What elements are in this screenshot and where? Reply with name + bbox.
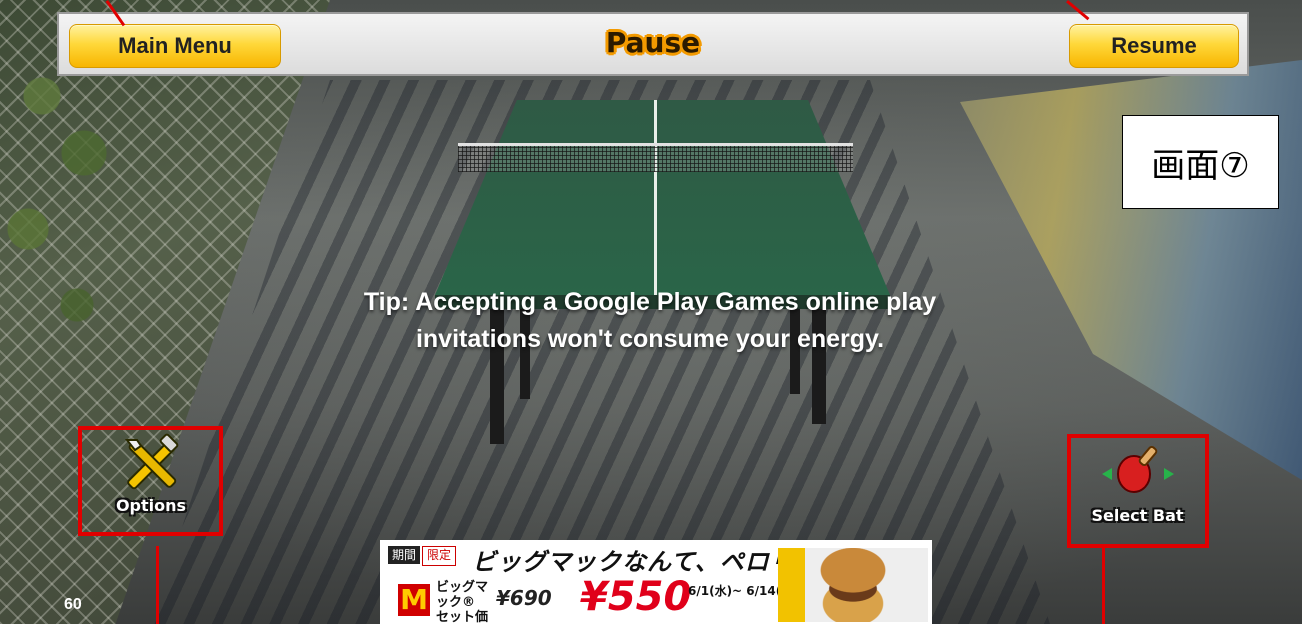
page-title: Pause [605, 26, 701, 59]
select-bat-highlight-box [1067, 434, 1209, 548]
ad-banner[interactable]: 期間 限定 ビッグマックなんて、ペロリだよ。 M ビッグマック® セット価格 ¥… [380, 540, 932, 624]
table-net [458, 143, 853, 172]
tip-text: Tip: Accepting a Google Play Games onlin… [250, 284, 1050, 358]
annotation-arrow [1102, 546, 1105, 624]
table-center-line [654, 100, 657, 295]
ad-old-price: ¥690 [496, 586, 552, 610]
mcdonalds-logo: M [398, 584, 430, 616]
fps-counter: 60 [64, 596, 82, 613]
options-highlight-box [78, 426, 223, 536]
tip-line: Tip: Accepting a Google Play Games onlin… [363, 288, 937, 316]
tip-line: invitations won't consume your energy. [415, 325, 885, 353]
ivy-leaves [0, 20, 140, 400]
ad-set-label: ビッグマック® セット価格 [436, 580, 489, 624]
main-menu-button[interactable]: Main Menu [69, 24, 281, 68]
resume-button[interactable]: Resume [1069, 24, 1239, 68]
ad-tag: 限定 [422, 546, 457, 566]
annotation-arrow [156, 546, 159, 624]
ad-tag: 期間 [388, 546, 421, 564]
ad-new-price: ¥550 [580, 574, 692, 620]
pause-bar: Main Menu Pause Resume [57, 12, 1249, 76]
burger-image [778, 548, 928, 622]
screen-annotation-label: 画面⑦ [1122, 115, 1279, 209]
